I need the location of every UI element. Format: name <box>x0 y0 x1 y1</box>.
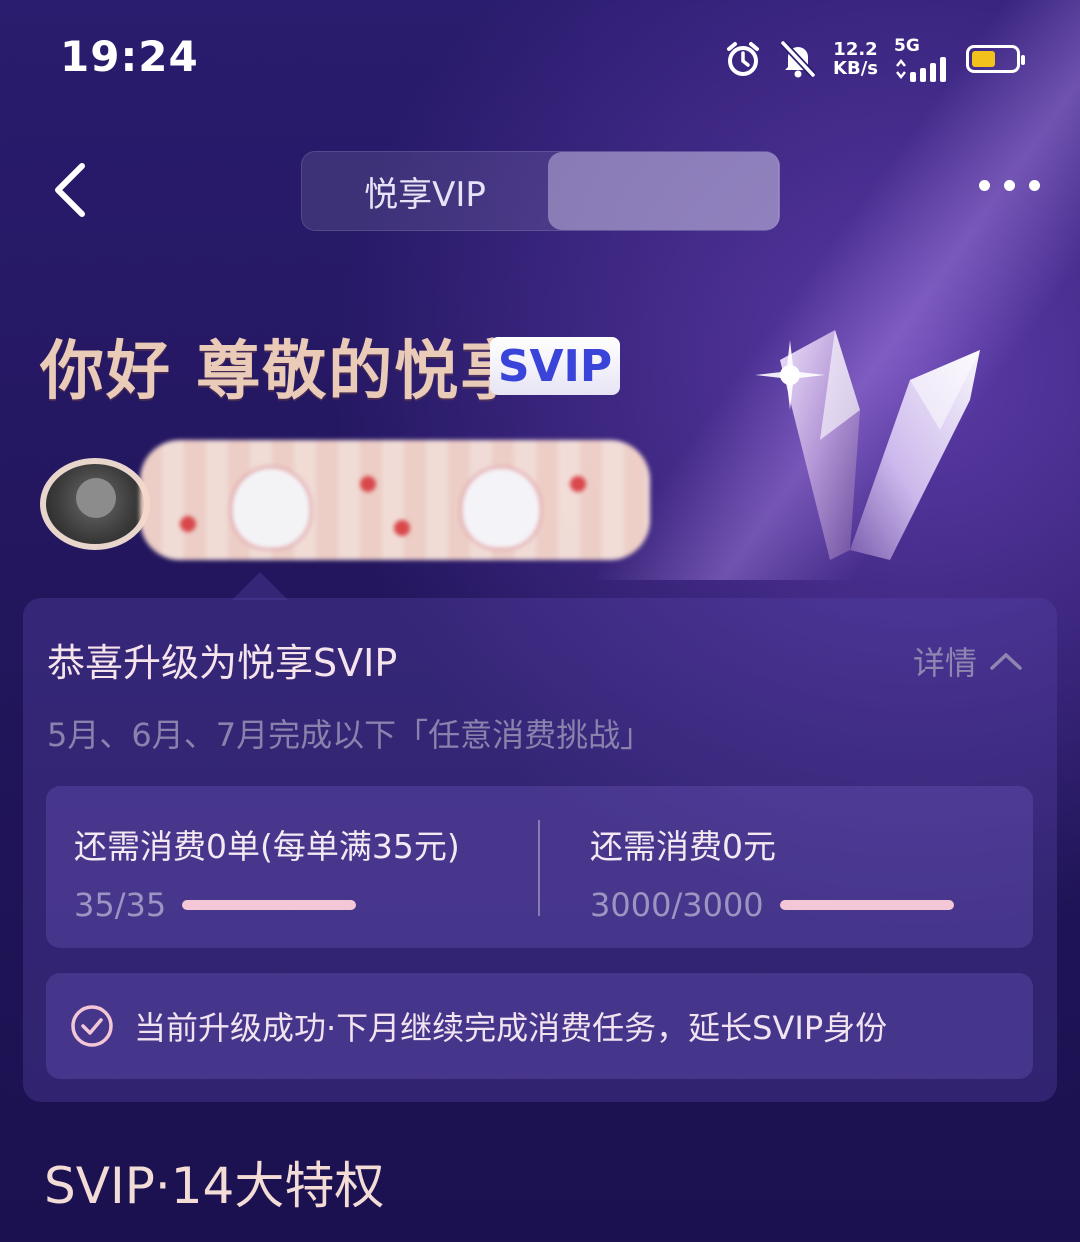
network-type: 5G <box>894 36 920 56</box>
svip-badge: SVIP <box>490 337 620 395</box>
privileges-section-title: SVIP·14大特权 <box>44 1157 385 1215</box>
username-redacted <box>140 440 650 560</box>
chevron-up-icon <box>990 652 1022 670</box>
card-subtitle: 5月、6月、7月完成以下「任意消费挑战」 <box>47 716 653 754</box>
flower-sticker-icon <box>394 520 410 536</box>
progress-amount-count: 3000/3000 <box>590 886 764 924</box>
status-icons: 12.2 KB/s 5G <box>723 36 1025 82</box>
more-dot <box>1004 180 1015 191</box>
progress-amount-label: 还需消费0元 <box>590 827 776 866</box>
details-toggle[interactable]: 详情 <box>913 638 1023 684</box>
network-speed-value: 12.2 <box>833 39 878 60</box>
avatar[interactable] <box>40 458 150 550</box>
progress-orders: 还需消费0单(每单满35元) 35/35 <box>74 820 460 924</box>
more-dot <box>1029 180 1040 191</box>
progress-amount: 还需消费0元 3000/3000 <box>590 820 954 924</box>
card-pointer <box>232 572 288 600</box>
upgrade-status: 当前升级成功·下月继续完成消费任务，延长SVIP身份 <box>46 973 1033 1079</box>
progress-orders-count: 35/35 <box>74 886 167 924</box>
vip-tab-switcher: 悦享VIP <box>301 151 780 231</box>
flower-sticker-icon <box>570 476 586 492</box>
upgrade-status-text: 当前升级成功·下月继续完成消费任务，延长SVIP身份 <box>134 1009 888 1047</box>
battery-icon <box>966 45 1025 73</box>
flower-sticker-icon <box>360 476 376 492</box>
network-speed-unit: KB/s <box>833 58 878 79</box>
more-dot <box>979 180 990 191</box>
crystal-v-emblem-icon <box>755 330 980 560</box>
mute-bell-icon <box>780 40 816 78</box>
progress-orders-bar <box>182 900 357 910</box>
bunny-sticker-icon <box>460 466 542 550</box>
network-speed: 12.2 KB/s <box>833 40 878 78</box>
battery-level <box>972 51 995 67</box>
progress-divider <box>538 820 540 916</box>
signal-icon <box>896 57 946 82</box>
back-button[interactable] <box>48 160 92 220</box>
alarm-icon <box>727 42 760 76</box>
check-circle-icon <box>71 1005 113 1047</box>
flower-sticker-icon <box>180 516 196 532</box>
status-bar: 19:24 12.2 KB/s 5G <box>0 0 1080 110</box>
upgrade-card: 恭喜升级为悦享SVIP 详情 5月、6月、7月完成以下「任意消费挑战」 还需消费… <box>23 598 1057 1102</box>
more-button[interactable] <box>979 180 1040 191</box>
status-time: 19:24 <box>60 32 199 81</box>
tab-other[interactable] <box>548 152 780 230</box>
avatar-person-icon <box>76 478 116 518</box>
greeting-title: 你好 尊敬的悦享 <box>40 335 527 409</box>
card-title: 恭喜升级为悦享SVIP <box>47 641 398 685</box>
progress-amount-bar <box>779 900 954 910</box>
tab-yuexiang-vip[interactable]: 悦享VIP <box>302 152 548 230</box>
cellular-indicator: 5G <box>894 36 950 82</box>
bunny-sticker-icon <box>230 466 312 550</box>
progress-box: 还需消费0单(每单满35元) 35/35 还需消费0元 3000/3000 <box>46 786 1033 948</box>
details-label: 详情 <box>912 644 977 682</box>
progress-orders-label: 还需消费0单(每单满35元) <box>74 827 460 866</box>
